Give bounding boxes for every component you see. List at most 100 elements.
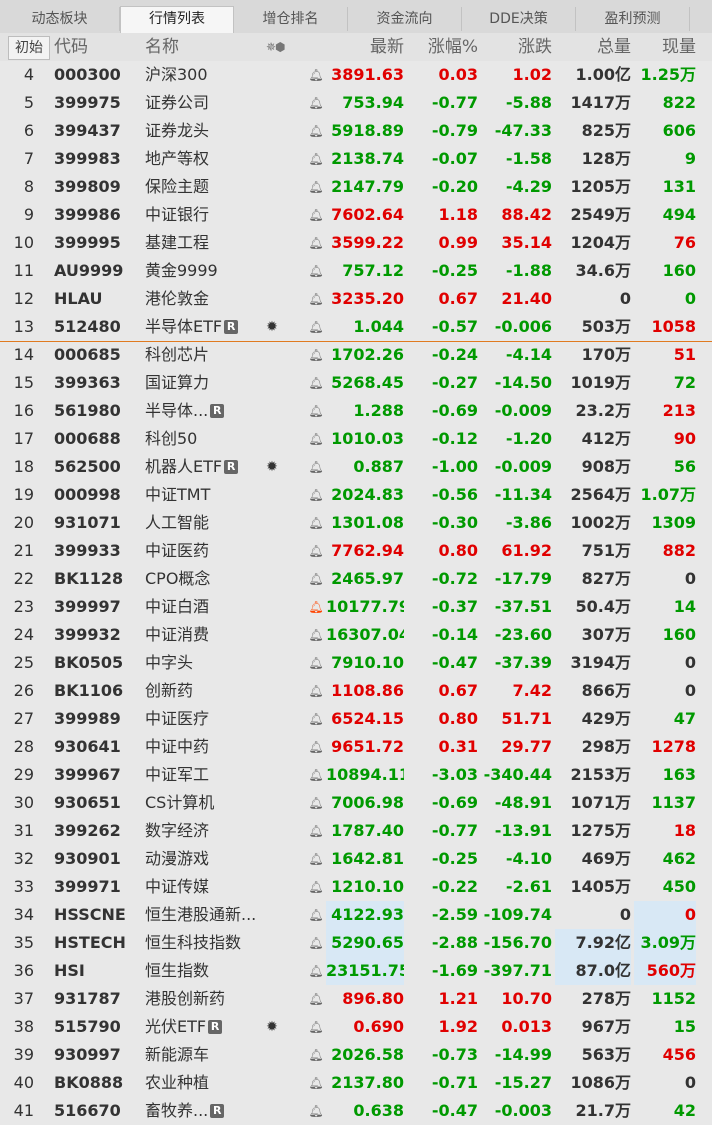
bell-icon[interactable]: 🔔︎ (308, 677, 324, 705)
table-row[interactable]: 9 399986 中证银行 🔔︎ 7602.64 1.18 88.42 2549万 494 (0, 201, 712, 229)
bell-icon[interactable]: 🔔︎ (308, 1097, 324, 1125)
table-row[interactable]: 36 HSI 恒生指数 🔔︎ 23151.75 -1.69 -397.71 87.0亿 560万 (0, 957, 712, 985)
security-name-text: 恒生科技指数 (145, 933, 242, 952)
bell-icon[interactable]: 🔔︎ (308, 481, 324, 509)
current-volume: 42 (673, 1101, 696, 1120)
latest-price: 1642.81 (331, 849, 404, 868)
tab-dynamic-sector[interactable]: 动态板块 (0, 7, 120, 31)
row-index: 25 (13, 653, 34, 672)
bell-icon[interactable]: 🔔︎ (308, 1069, 324, 1097)
tab-position-ranking[interactable]: 增仓排名 (234, 7, 348, 31)
bell-icon[interactable]: 🔔︎ (308, 313, 324, 341)
table-row[interactable]: 5 399975 证券公司 🔔︎ 753.94 -0.77 -5.88 1417万 822 (0, 89, 712, 117)
table-row[interactable]: 32 930901 动漫游戏 🔔︎ 1642.81 -0.25 -4.10 469万 462 (0, 845, 712, 873)
table-row[interactable]: 21 399933 中证医药 🔔︎ 7762.94 0.80 61.92 751万 882 (0, 537, 712, 565)
header-pct[interactable]: 涨幅% (408, 33, 478, 61)
bell-icon[interactable]: 🔔︎ (308, 565, 324, 593)
bell-icon[interactable]: 🔔︎ (308, 1013, 324, 1041)
header-price[interactable]: 最新 (326, 33, 404, 61)
security-code: BK1128 (54, 569, 124, 588)
bell-icon[interactable]: 🔔︎ (308, 509, 324, 537)
table-row[interactable]: 39 930997 新能源车 🔔︎ 2026.58 -0.73 -14.99 563万 456 (0, 1041, 712, 1069)
bell-icon[interactable]: 🔔︎ (308, 285, 324, 313)
table-row[interactable]: 17 000688 科创50 🔔︎ 1010.03 -0.12 -1.20 412万 90 (0, 425, 712, 453)
bell-icon[interactable]: 🔔︎ (308, 257, 324, 285)
security-name: 国证算力 (145, 369, 295, 397)
table-row[interactable]: 34 HSSCNE 恒生港股通新... 🔔︎ 4122.93 -2.59 -109.74 0 0 (0, 901, 712, 929)
table-row[interactable]: 30 930651 CS计算机 🔔︎ 7006.98 -0.69 -48.91 1071万 11… (0, 789, 712, 817)
table-row[interactable]: 28 930641 中证中药 🔔︎ 9651.72 0.31 29.77 298万 1278 (0, 733, 712, 761)
table-row[interactable]: 12 HLAU 港伦敦金 🔔︎ 3235.20 0.67 21.40 0 0 (0, 285, 712, 313)
bell-icon[interactable]: 🔔︎ (308, 929, 324, 957)
bell-icon[interactable]: 🔔︎ (308, 621, 324, 649)
table-row[interactable]: 13 512480 半导体ETF R ✹ 🔔︎ 1.044 -0.57 -0.006 503万 10… (0, 313, 712, 341)
bell-icon[interactable]: 🔔︎ (308, 593, 324, 621)
bell-icon[interactable]: 🔔︎ (308, 901, 324, 929)
table-row[interactable]: 18 562500 机器人ETF R ✹ 🔔︎ 0.887 -1.00 -0.009 908万 56 (0, 453, 712, 481)
table-row[interactable]: 23 399997 中证白酒 🔔︎ 10177.79 -0.37 -37.51 50.4万 14 (0, 593, 712, 621)
table-row[interactable]: 38 515790 光伏ETF R ✹ 🔔︎ 0.690 1.92 0.013 967万 15 (0, 1013, 712, 1041)
tab-profit-forecast[interactable]: 盈利预测 (576, 7, 690, 31)
header-change[interactable]: 涨跌 (482, 33, 552, 61)
bell-icon[interactable]: 🔔︎ (308, 705, 324, 733)
table-row[interactable]: 15 399363 国证算力 🔔︎ 5268.45 -0.27 -14.50 1019万 72 (0, 369, 712, 397)
table-row[interactable]: 26 BK1106 创新药 🔔︎ 1108.86 0.67 7.42 866万 0 (0, 677, 712, 705)
table-row[interactable]: 41 516670 畜牧养... R 🔔︎ 0.638 -0.47 -0.003 21.7万 42 (0, 1097, 712, 1125)
table-row[interactable]: 16 561980 半导体... R 🔔︎ 1.288 -0.69 -0.009 23.2万 21… (0, 397, 712, 425)
bell-icon[interactable]: 🔔︎ (308, 173, 324, 201)
table-row[interactable]: 4 000300 沪深300 🔔︎ 3891.63 0.03 1.02 1.00亿 1.25万 (0, 61, 712, 89)
table-row[interactable]: 6 399437 证券龙头 🔔︎ 5918.89 -0.79 -47.33 825万 606 (0, 117, 712, 145)
bell-icon[interactable]: 🔔︎ (308, 957, 324, 985)
table-row[interactable]: 33 399971 中证传媒 🔔︎ 1210.10 -0.22 -2.61 1405万 450 (0, 873, 712, 901)
table-row[interactable]: 40 BK0888 农业种植 🔔︎ 2137.80 -0.71 -15.27 1086万 0 (0, 1069, 712, 1097)
bell-icon[interactable]: 🔔︎ (308, 397, 324, 425)
tab-capital-flow[interactable]: 资金流向 (348, 7, 462, 31)
bell-icon[interactable]: 🔔︎ (308, 733, 324, 761)
table-row[interactable]: 35 HSTECH 恒生科技指数 🔔︎ 5290.65 -2.88 -156.70 7.92亿… (0, 929, 712, 957)
table-row[interactable]: 37 931787 港股创新药 🔔︎ 896.80 1.21 10.70 278万 1152 (0, 985, 712, 1013)
header-current-volume[interactable]: 现量 (634, 33, 696, 61)
bell-icon[interactable]: 🔔︎ (308, 985, 324, 1013)
table-row[interactable]: 7 399983 地产等权 🔔︎ 2138.74 -0.07 -1.58 128万 9 (0, 145, 712, 173)
table-row[interactable]: 22 BK1128 CPO概念 🔔︎ 2465.97 -0.72 -17.79 827万 0 (0, 565, 712, 593)
table-row[interactable]: 14 000685 科创芯片 🔔︎ 1702.26 -0.24 -4.14 170万 51 (0, 341, 712, 369)
bell-icon[interactable]: 🔔︎ (308, 117, 324, 145)
table-row[interactable]: 31 399262 数字经济 🔔︎ 1787.40 -0.77 -13.91 1275万 18 (0, 817, 712, 845)
bell-icon[interactable]: 🔔︎ (308, 201, 324, 229)
bell-icon[interactable]: 🔔︎ (308, 453, 324, 481)
bell-icon[interactable]: 🔔︎ (308, 649, 324, 677)
table-row[interactable]: 20 931071 人工智能 🔔︎ 1301.08 -0.30 -3.86 1002万 1309 (0, 509, 712, 537)
table-row[interactable]: 8 399809 保险主题 🔔︎ 2147.79 -0.20 -4.29 1205万 131 (0, 173, 712, 201)
bell-icon[interactable]: 🔔︎ (308, 761, 324, 789)
tab-dde-decision[interactable]: DDE决策 (462, 7, 576, 31)
table-row[interactable]: 19 000998 中证TMT 🔔︎ 2024.83 -0.56 -11.34 2564万 1.… (0, 481, 712, 509)
sort-icons[interactable]: ✵⬢ (266, 33, 286, 61)
table-row[interactable]: 29 399967 中证军工 🔔︎ 10894.11 -3.03 -340.44 2153万 1… (0, 761, 712, 789)
table-row[interactable]: 27 399989 中证医疗 🔔︎ 6524.15 0.80 51.71 429万 47 (0, 705, 712, 733)
header-volume[interactable]: 总量 (555, 33, 631, 61)
bell-icon[interactable]: 🔔︎ (308, 341, 324, 369)
bell-icon[interactable]: 🔔︎ (308, 229, 324, 257)
bell-icon[interactable]: 🔔︎ (308, 89, 324, 117)
bell-icon[interactable]: 🔔︎ (308, 845, 324, 873)
bell-icon[interactable]: 🔔︎ (308, 789, 324, 817)
bell-icon[interactable]: 🔔︎ (308, 425, 324, 453)
header-code[interactable]: 代码 (54, 33, 88, 61)
change-percent: -1.00 (431, 457, 478, 476)
table-row[interactable]: 24 399932 中证消费 🔔︎ 16307.04 -0.14 -23.60 307万 160 (0, 621, 712, 649)
reset-sort-button[interactable]: 初始 (8, 36, 50, 60)
security-name: 中字头 (145, 649, 295, 677)
table-row[interactable]: 10 399995 基建工程 🔔︎ 3599.22 0.99 35.14 1204万 76 (0, 229, 712, 257)
latest-price: 0.638 (353, 1101, 404, 1120)
bell-icon[interactable]: 🔔︎ (308, 1041, 324, 1069)
bell-icon[interactable]: 🔔︎ (308, 817, 324, 845)
table-row[interactable]: 25 BK0505 中字头 🔔︎ 7910.10 -0.47 -37.39 3194万 0 (0, 649, 712, 677)
bell-icon[interactable]: 🔔︎ (308, 145, 324, 173)
bell-icon[interactable]: 🔔︎ (308, 61, 324, 89)
bell-icon[interactable]: 🔔︎ (308, 873, 324, 901)
table-row[interactable]: 11 AU9999 黄金9999 🔔︎ 757.12 -0.25 -1.88 34.6万 160 (0, 257, 712, 285)
bell-icon[interactable]: 🔔︎ (308, 369, 324, 397)
bell-icon[interactable]: 🔔︎ (308, 537, 324, 565)
header-name[interactable]: 名称 (145, 33, 179, 61)
tab-quote-list[interactable]: 行情列表 (120, 6, 234, 33)
